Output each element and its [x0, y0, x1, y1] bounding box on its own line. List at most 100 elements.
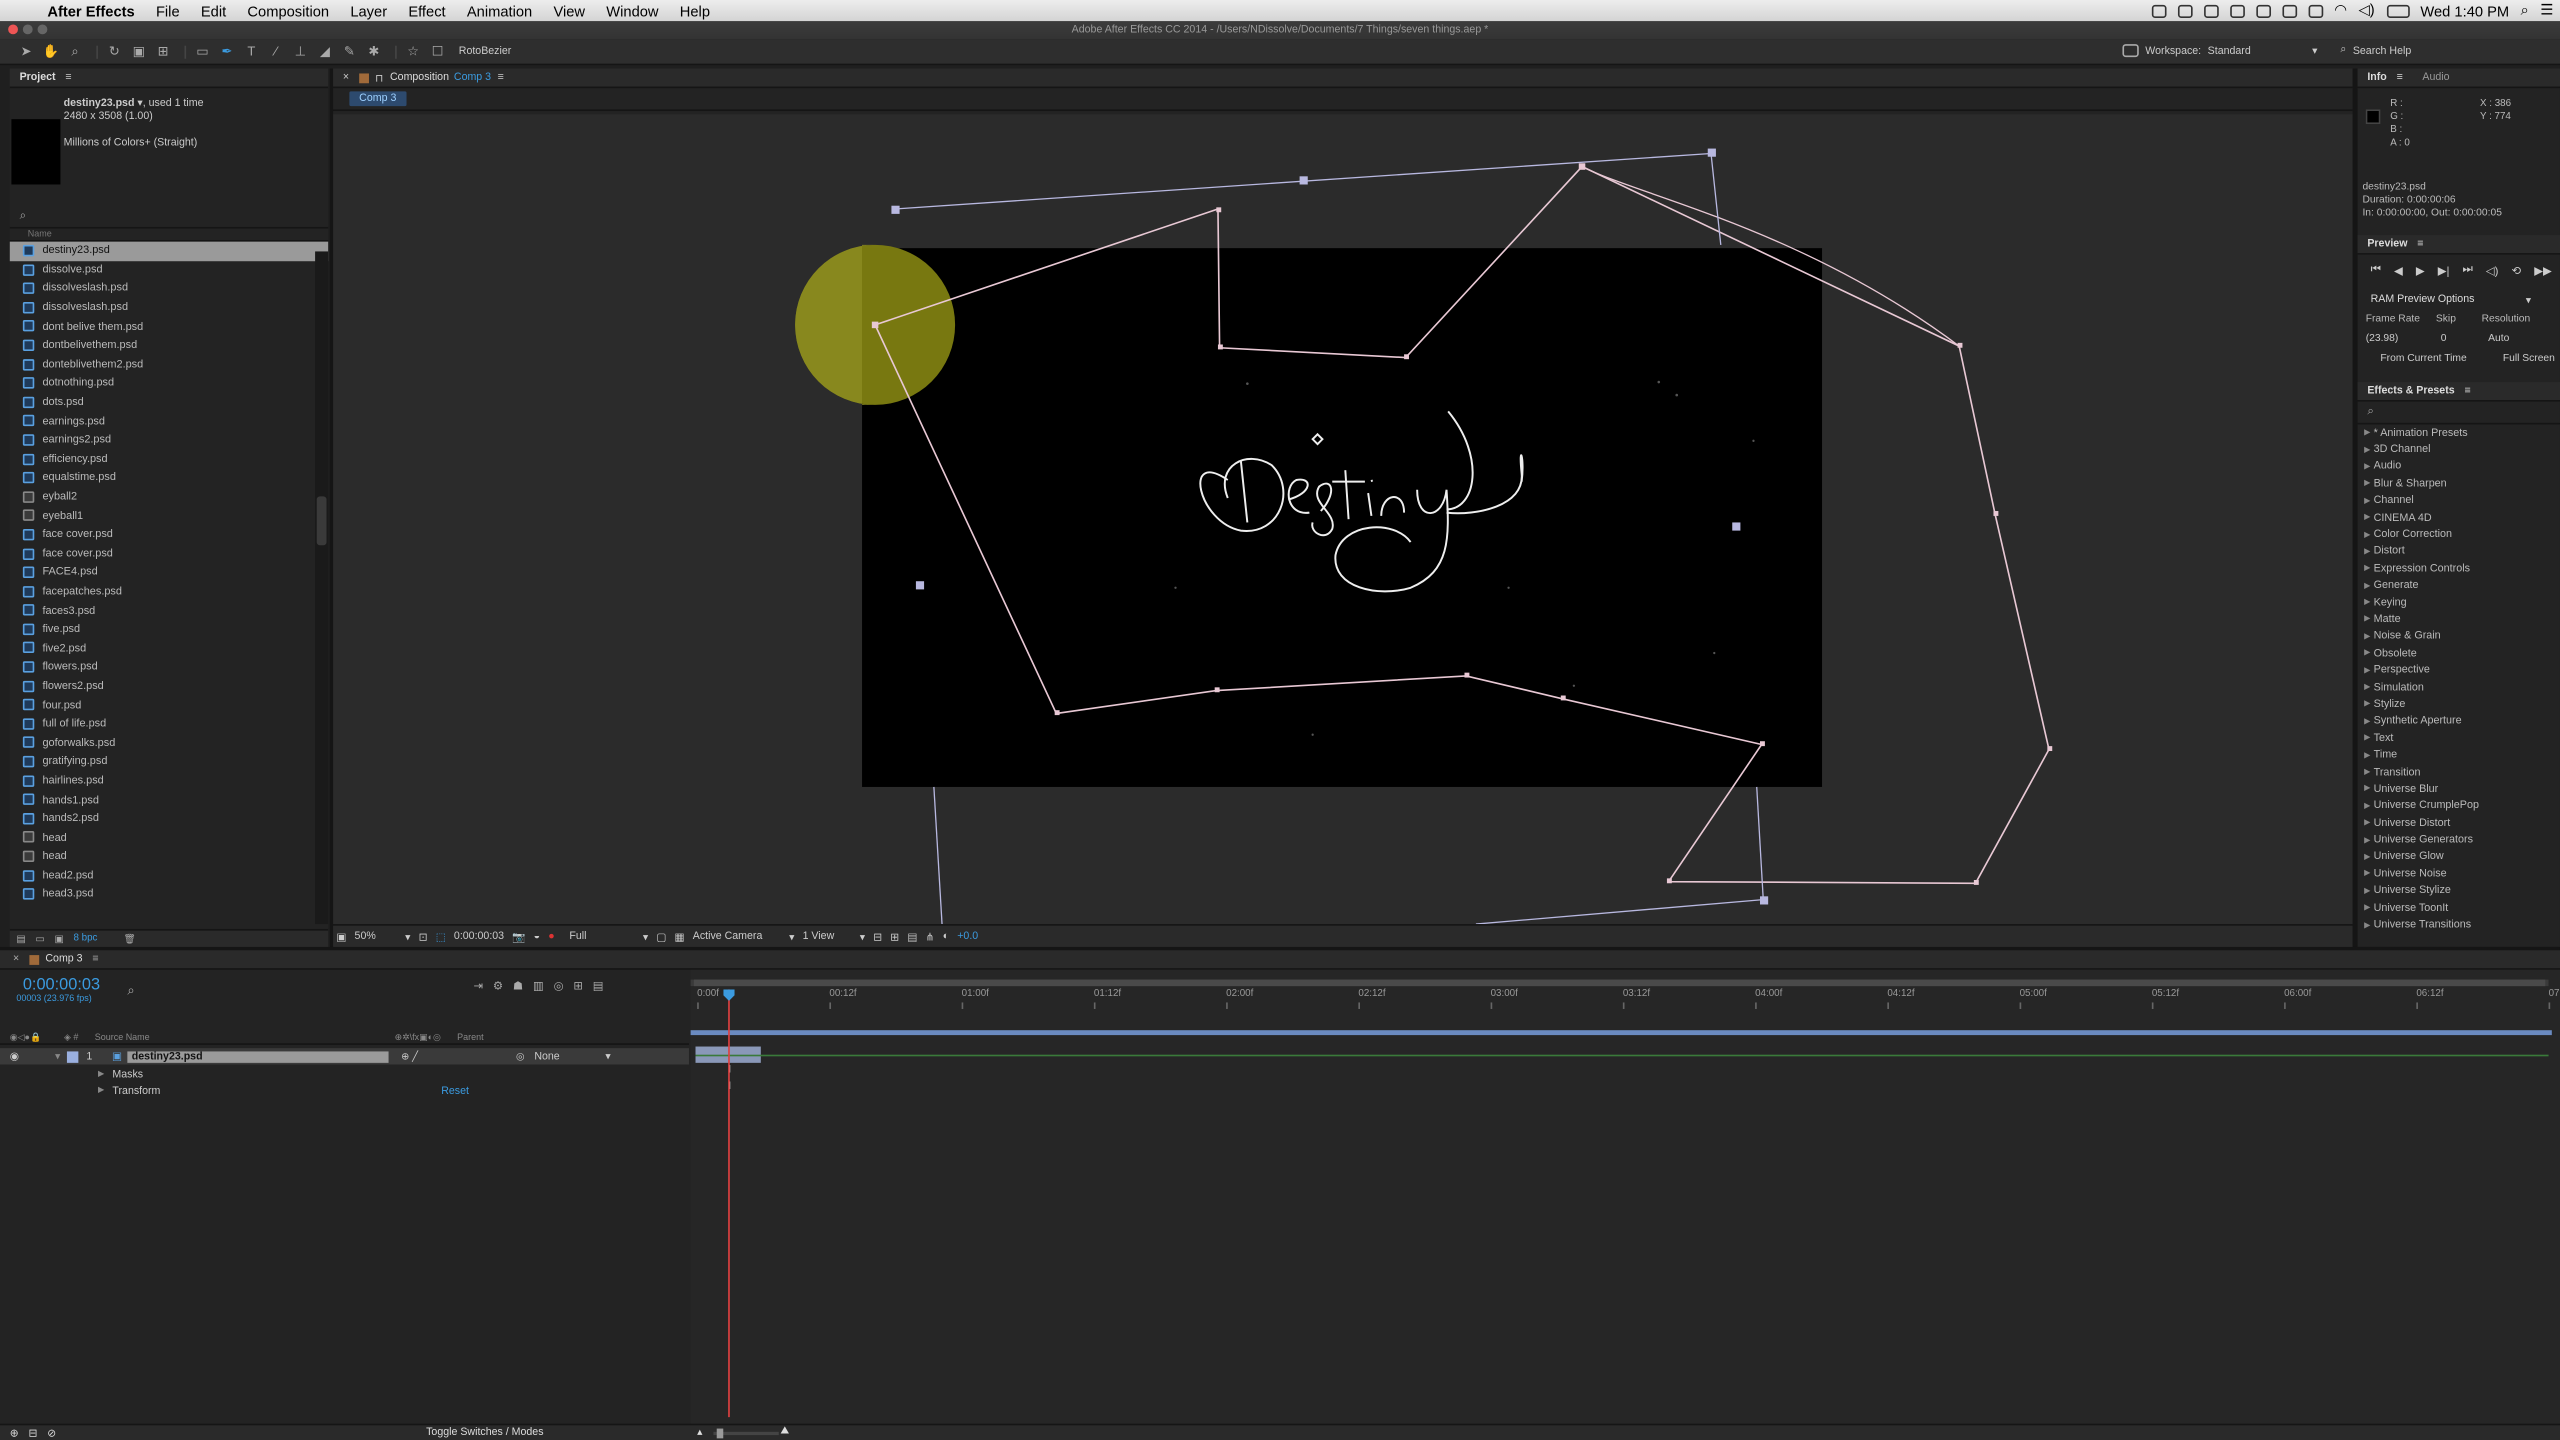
effects-category[interactable]: ▶ Universe Distort	[2358, 815, 2560, 832]
expand-transfer-controls-icon[interactable]: ⊟	[28, 1426, 37, 1439]
zoom-tool-icon[interactable]: ⌕	[65, 42, 85, 62]
shy-icon[interactable]: ☗	[513, 980, 523, 992]
effects-category[interactable]: ▶ Text	[2358, 730, 2560, 747]
puppet-pin-tool-icon[interactable]: ✱	[364, 42, 384, 62]
brush-tool-icon[interactable]: ∕	[266, 42, 286, 62]
effects-category[interactable]: ▶ Noise & Grain	[2358, 628, 2560, 645]
effects-category[interactable]: ▶ Obsolete	[2358, 645, 2560, 662]
expand-triangle-icon[interactable]: ▶	[2364, 615, 2370, 625]
roto-brush-tool-icon[interactable]: ✎	[340, 42, 360, 62]
chevron-down-icon[interactable]: ▾	[789, 930, 794, 942]
effects-category[interactable]: ▶ Universe ToonIt	[2358, 899, 2560, 916]
camera-tool-icon[interactable]: ▣	[129, 42, 149, 62]
previous-frame-icon[interactable]: ◀	[2394, 264, 2403, 277]
expand-triangle-icon[interactable]: ▶	[2364, 649, 2370, 659]
expand-triangle-icon[interactable]: ▶	[2364, 920, 2370, 930]
project-item[interactable]: full of life.psd	[10, 715, 328, 734]
chevron-down-icon[interactable]: ▾	[860, 930, 865, 942]
expand-triangle-icon[interactable]: ▶	[2364, 666, 2370, 676]
tab-project[interactable]: Project	[20, 72, 56, 83]
last-frame-icon[interactable]: ⏭	[2463, 264, 2473, 277]
effects-category[interactable]: ▶ Audio	[2358, 458, 2560, 475]
fast-previews-icon[interactable]: ⊞	[890, 930, 899, 942]
checkbox-icon[interactable]: ☐	[428, 42, 448, 62]
expand-triangle-icon[interactable]: ▶	[2364, 462, 2370, 472]
resolution-select[interactable]: Auto	[2488, 333, 2509, 344]
project-item[interactable]: four.psd	[10, 696, 328, 715]
effects-category[interactable]: ▶ Perspective	[2358, 662, 2560, 679]
work-area-bar[interactable]	[690, 979, 2549, 987]
rectangle-tool-icon[interactable]: ▭	[193, 42, 213, 62]
tab-audio[interactable]: Audio	[2422, 72, 2449, 83]
project-item[interactable]: head2.psd	[10, 866, 328, 885]
divider[interactable]	[329, 68, 334, 947]
project-item[interactable]: facepatches.psd	[10, 582, 328, 601]
project-item[interactable]: hands1.psd	[10, 791, 328, 810]
project-item[interactable]: face cover.psd	[10, 526, 328, 545]
close-icon[interactable]: ×	[13, 953, 19, 964]
expand-triangle-icon[interactable]: ▶	[98, 1086, 104, 1096]
reset-button[interactable]: Reset	[441, 1085, 469, 1096]
clone-stamp-tool-icon[interactable]: ⊥	[291, 42, 311, 62]
app-menu[interactable]: After Effects	[47, 2, 134, 18]
clock[interactable]: Wed 1:40 PM	[2420, 2, 2509, 18]
expand-triangle-icon[interactable]: ▶	[2364, 784, 2370, 794]
bluetooth-icon[interactable]	[2308, 4, 2323, 18]
project-item[interactable]: head	[10, 847, 328, 866]
transform-row[interactable]: ▶ Transform Reset	[0, 1082, 689, 1098]
effects-category[interactable]: ▶ Color Correction	[2358, 526, 2560, 543]
expand-triangle-icon[interactable]: ▶	[2364, 683, 2370, 693]
project-search[interactable]: ⌕	[9, 206, 329, 229]
expand-triangle-icon[interactable]: ▶	[2364, 581, 2370, 591]
expand-triangle-icon[interactable]: ▾	[55, 1050, 60, 1062]
item-name[interactable]: destiny23.psd ▾	[64, 98, 143, 109]
zoom-in-icon[interactable]: ⛰	[780, 1425, 789, 1438]
menu-file[interactable]: File	[156, 2, 180, 18]
choose-grid-icon[interactable]: ⊡	[419, 930, 428, 942]
motion-blur-icon[interactable]: ◎	[554, 980, 564, 992]
battery-icon[interactable]	[2386, 4, 2409, 18]
chevron-down-icon[interactable]: ▾	[2526, 294, 2531, 307]
current-time[interactable]: 0:00:00:03	[454, 931, 504, 942]
effects-search[interactable]: ⌕	[2357, 402, 2560, 425]
camera-select[interactable]: Active Camera	[693, 931, 781, 942]
snapshot-icon[interactable]: 📷	[512, 930, 525, 942]
time-ruler[interactable]: 0:00f 00:12f 01:00f 01:12f 02:00f 02:12f 03:00…	[691, 989, 2559, 1009]
selection-tool-icon[interactable]: ➤	[16, 42, 36, 62]
effects-category[interactable]: ▶ 3D Channel	[2358, 441, 2560, 458]
project-item[interactable]: head	[10, 828, 328, 847]
close-window-button[interactable]	[8, 24, 18, 35]
effects-category[interactable]: ▶ Matte	[2358, 611, 2560, 628]
mute-audio-icon[interactable]: ◁)	[2486, 264, 2499, 277]
effects-category[interactable]: ▶ Universe Transitions	[2358, 916, 2560, 933]
effects-category[interactable]: ▶ Distort	[2358, 543, 2560, 560]
project-item[interactable]: goforwalks.psd	[10, 734, 328, 753]
tab-preview[interactable]: Preview	[2367, 238, 2407, 249]
view-layout-select[interactable]: 1 View	[803, 931, 852, 942]
expand-time-controls-icon[interactable]: ⊘	[47, 1426, 56, 1439]
expand-triangle-icon[interactable]: ▶	[2364, 767, 2370, 777]
tab-composition-name[interactable]: Comp 3	[454, 72, 491, 83]
project-item[interactable]: head3.psd	[10, 885, 328, 904]
project-item[interactable]: five.psd	[10, 620, 328, 639]
eraser-tool-icon[interactable]: ◢	[315, 42, 335, 62]
time-machine-icon[interactable]	[2281, 4, 2297, 18]
status-app-icon[interactable]	[2203, 4, 2219, 18]
display-icon[interactable]	[2255, 4, 2271, 18]
expand-triangle-icon[interactable]: ▶	[2364, 699, 2370, 709]
effects-category[interactable]: ▶ Channel	[2358, 492, 2560, 509]
workspace-select[interactable]: Standard	[2208, 45, 2306, 56]
lock-icon[interactable]: ⊓	[375, 71, 383, 84]
expand-layer-switches-icon[interactable]: ⊕	[10, 1426, 19, 1439]
label-color[interactable]	[66, 1050, 79, 1063]
mask-visibility-icon[interactable]: ⬚	[436, 930, 446, 942]
expand-triangle-icon[interactable]: ▶	[2364, 632, 2370, 642]
project-item[interactable]: dots.psd	[10, 393, 328, 412]
tab-info[interactable]: Info	[2367, 72, 2386, 83]
star-icon[interactable]: ☆	[403, 42, 423, 62]
skip-select[interactable]: 0	[2441, 333, 2447, 344]
trash-icon[interactable]: 🗑	[124, 933, 136, 945]
close-icon[interactable]: ×	[343, 72, 349, 83]
dropbox-icon[interactable]	[2229, 4, 2245, 18]
pan-behind-tool-icon[interactable]: ⊞	[153, 42, 173, 62]
